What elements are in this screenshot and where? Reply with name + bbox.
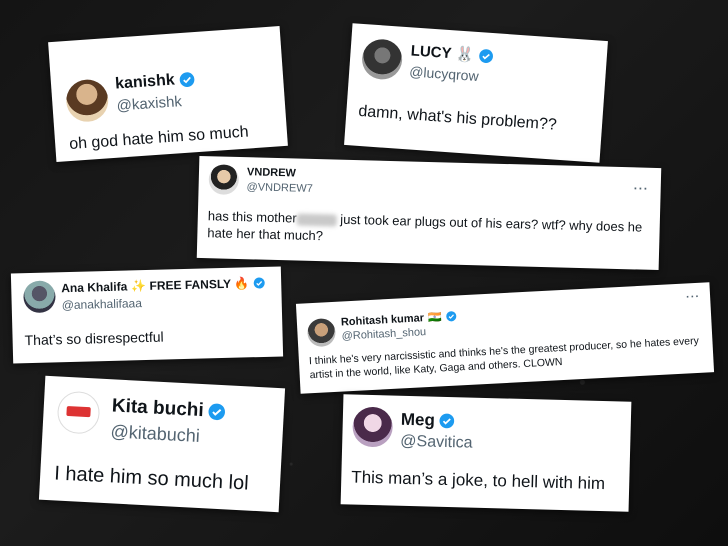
user-name-text: kanishk xyxy=(114,71,176,93)
user-avatar[interactable] xyxy=(23,280,56,314)
user-avatar[interactable] xyxy=(56,390,101,435)
more-options-icon[interactable]: ··· xyxy=(634,181,649,195)
user-handle[interactable]: @lucyqrow xyxy=(409,63,479,84)
verified-badge-icon xyxy=(179,72,194,87)
user-name-text: Ana Khalifa xyxy=(61,279,128,296)
tweet-card-kita-buchi[interactable]: Kita buchi @kitabuchi I hate him so much… xyxy=(38,375,286,513)
tweet-card-kanishk[interactable]: kanishk @kaxishk oh god hate him so much xyxy=(48,26,288,162)
user-name[interactable]: Rohitash kumar 🇮🇳 xyxy=(341,310,457,329)
user-name[interactable]: VNDREW xyxy=(247,166,296,179)
tweet-card-rohitash[interactable]: Rohitash kumar 🇮🇳 @Rohitash_shou ··· I t… xyxy=(295,282,715,394)
user-handle[interactable]: @kitabuchi xyxy=(110,421,200,447)
india-flag-icon: 🇮🇳 xyxy=(427,311,442,324)
user-name-text: LUCY xyxy=(410,41,453,62)
tweet-text: oh god hate him so much xyxy=(68,123,250,153)
user-name[interactable]: kanishk xyxy=(115,70,196,94)
user-name-text: Kita buchi xyxy=(111,395,205,422)
user-avatar[interactable] xyxy=(306,317,337,348)
user-name[interactable]: Kita buchi xyxy=(111,395,226,423)
rabbit-emoji-icon: 🐰 xyxy=(454,45,475,64)
user-name-text: Meg xyxy=(400,409,436,430)
censored-word xyxy=(296,213,337,227)
user-handle[interactable]: @kaxishk xyxy=(116,93,182,115)
more-options-icon[interactable]: ··· xyxy=(686,291,701,304)
tweet-card-vndrew[interactable]: VNDREW @VNDREW7 ··· has this mother just… xyxy=(196,155,662,271)
logo-icon xyxy=(66,405,91,418)
tweet-card-lucy[interactable]: LUCY 🐰 @lucyqrow damn, what's his proble… xyxy=(344,23,608,163)
user-handle[interactable]: @VNDREW7 xyxy=(246,181,312,195)
verified-badge-icon xyxy=(446,311,457,322)
verified-badge-icon xyxy=(478,48,493,63)
user-avatar[interactable] xyxy=(360,38,404,81)
verified-badge-icon xyxy=(208,403,225,421)
tweet-card-meg[interactable]: Meg @Savitica This man’s a joke, to hell… xyxy=(340,394,632,512)
tweet-text-start: has this mother xyxy=(207,208,297,226)
user-name[interactable]: Meg xyxy=(401,410,456,431)
name-extra: ✨ FREE FANSLY 🔥 xyxy=(131,276,250,294)
tweet-text: I think he's very narcissistic and think… xyxy=(308,334,700,381)
user-avatar[interactable] xyxy=(352,406,394,448)
user-avatar[interactable] xyxy=(64,78,110,124)
user-name-text: VNDREW xyxy=(246,166,297,180)
tweet-text: has this mother just took ear plugs out … xyxy=(207,208,648,253)
user-name[interactable]: Ana Khalifa ✨ FREE FANSLY 🔥 xyxy=(61,276,265,295)
verified-badge-icon xyxy=(253,277,265,289)
user-handle[interactable]: @anakhalifaaa xyxy=(62,296,143,312)
user-handle[interactable]: @Rohitash_shou xyxy=(341,326,426,342)
tweet-text: I hate him so much lol xyxy=(53,462,250,495)
tweet-text: That’s so disrespectful xyxy=(24,328,164,349)
tweet-text: This man’s a joke, to hell with him xyxy=(351,467,606,494)
user-name-text: Rohitash kumar xyxy=(340,311,425,329)
user-avatar[interactable] xyxy=(208,164,240,196)
tweet-text: damn, what's his problem?? xyxy=(357,102,558,134)
verified-badge-icon xyxy=(439,413,455,429)
user-handle[interactable]: @Savitica xyxy=(400,433,473,453)
tweet-card-ana-khalifa[interactable]: Ana Khalifa ✨ FREE FANSLY 🔥 @anakhalifaa… xyxy=(10,266,284,364)
user-name[interactable]: LUCY 🐰 xyxy=(410,41,494,65)
